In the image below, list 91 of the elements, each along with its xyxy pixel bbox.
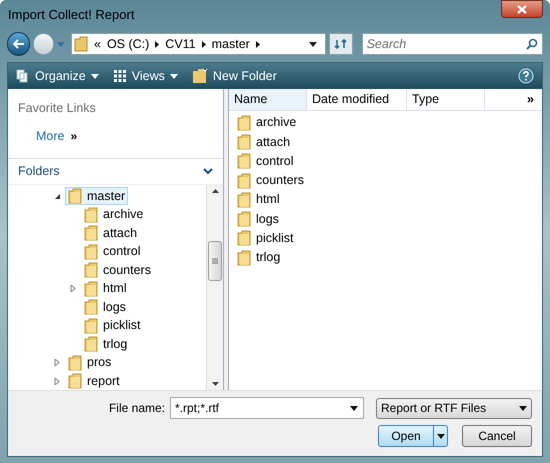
- more-columns-button[interactable]: »: [527, 90, 534, 109]
- folder-icon: [237, 172, 251, 189]
- tree-item[interactable]: counters: [81, 261, 154, 280]
- scroll-down-icon[interactable]: [212, 382, 218, 386]
- tree-item[interactable]: attach: [81, 224, 140, 242]
- folder-icon: [84, 262, 98, 278]
- search-field[interactable]: Search: [362, 33, 543, 55]
- folder-icon: [84, 336, 98, 352]
- folder-icon: [74, 36, 88, 52]
- grip-icon[interactable]: [212, 258, 218, 264]
- tree-item[interactable]: html: [81, 280, 130, 298]
- folder-icon: [84, 318, 98, 334]
- breadcrumb-item[interactable]: CV11: [165, 34, 196, 54]
- close-button[interactable]: [501, 0, 543, 18]
- file-name-field[interactable]: *.rpt;*.rtf: [170, 397, 364, 419]
- search-icon[interactable]: [526, 38, 538, 50]
- caret-icon: [170, 74, 178, 78]
- back-arrow-icon: [12, 39, 25, 49]
- tree-item[interactable]: control: [81, 242, 144, 261]
- folder-icon: [84, 244, 98, 260]
- folder-icon: [237, 230, 251, 246]
- arrow-icon[interactable]: [155, 40, 160, 48]
- file-item[interactable]: counters: [229, 170, 304, 190]
- file-type-dropdown[interactable]: Report or RTF Files: [376, 398, 532, 418]
- expand-arrow-icon[interactable]: [54, 359, 61, 366]
- address-bar[interactable]: « OS (C:) CV11 master: [70, 33, 326, 55]
- column-header[interactable]: Type: [407, 89, 485, 110]
- section-heading: Favorite Links: [18, 100, 97, 117]
- file-item[interactable]: control: [229, 152, 294, 171]
- tree-item[interactable]: pros: [65, 354, 114, 372]
- expand-arrow-icon[interactable]: [54, 378, 61, 385]
- cancel-button[interactable]: Cancel: [462, 425, 532, 447]
- grid-icon: [112, 69, 127, 83]
- close-icon: [517, 4, 527, 14]
- folder-icon: [68, 188, 82, 204]
- file-item[interactable]: attach: [229, 132, 290, 152]
- tree-item[interactable]: archive: [81, 206, 146, 224]
- caret-icon: [90, 74, 99, 78]
- folder-icon: [237, 134, 251, 150]
- more-arrow[interactable]: »: [70, 127, 78, 146]
- tree-item[interactable]: trlog: [81, 335, 130, 354]
- breadcrumb-item[interactable]: OS (C:): [106, 34, 150, 54]
- arrow-icon[interactable]: [202, 40, 206, 48]
- toolbar-button[interactable]: New Folder: [192, 66, 277, 86]
- help-icon[interactable]: [518, 68, 534, 84]
- caret-icon: [436, 434, 444, 438]
- back-button[interactable]: [7, 32, 30, 56]
- tree-item[interactable]: picklist: [81, 316, 144, 335]
- window-title: Import Collect! Report: [7, 6, 134, 24]
- toolbar-button[interactable]: Views: [112, 66, 178, 86]
- pages-icon: [16, 69, 30, 83]
- breadcrumb-overflow[interactable]: «: [94, 34, 101, 54]
- scrollbar[interactable]: [206, 185, 223, 390]
- scroll-up-icon[interactable]: [212, 189, 218, 193]
- column-header[interactable]: Date modified: [307, 89, 407, 110]
- breadcrumb-item[interactable]: master: [212, 34, 250, 54]
- chevron-icon[interactable]: [203, 168, 213, 175]
- folder-icon: [68, 354, 82, 371]
- folder-icon: [237, 153, 251, 170]
- refresh-icon: [334, 38, 348, 50]
- folder-icon: [237, 211, 251, 228]
- file-item[interactable]: picklist: [229, 228, 294, 248]
- tree-item[interactable]: report: [65, 372, 123, 390]
- dropdown-icon: [309, 42, 318, 46]
- folder-icon: [84, 225, 98, 242]
- file-item[interactable]: logs: [229, 209, 279, 229]
- column-header[interactable]: Name: [229, 89, 307, 110]
- toolbar-button[interactable]: Organize: [16, 66, 99, 86]
- collapse-arrow-icon[interactable]: [54, 192, 61, 200]
- expand-arrow-icon[interactable]: [70, 285, 77, 292]
- folder-icon: [68, 373, 82, 390]
- folder-icon: [237, 250, 251, 266]
- file-item[interactable]: html: [229, 190, 280, 210]
- folder-icon: [192, 68, 208, 84]
- arrow-icon[interactable]: [256, 40, 260, 48]
- dropdown-icon: [519, 406, 527, 410]
- file-item[interactable]: trlog: [229, 248, 280, 268]
- folder-icon: [84, 299, 98, 316]
- field-label: File name:: [108, 400, 165, 417]
- folder-icon: [237, 114, 251, 131]
- dropdown-icon[interactable]: [350, 406, 358, 411]
- refresh-button[interactable]: [329, 33, 353, 55]
- tree-item[interactable]: master: [65, 187, 128, 206]
- folder-icon: [237, 192, 251, 208]
- open-button[interactable]: Open: [378, 425, 448, 447]
- folder-icon: [84, 280, 98, 297]
- more-link[interactable]: More: [36, 126, 64, 146]
- file-item[interactable]: archive: [229, 113, 296, 132]
- folder-icon: [84, 206, 98, 223]
- tree-item[interactable]: logs: [81, 298, 129, 316]
- section-heading: Folders: [18, 163, 60, 180]
